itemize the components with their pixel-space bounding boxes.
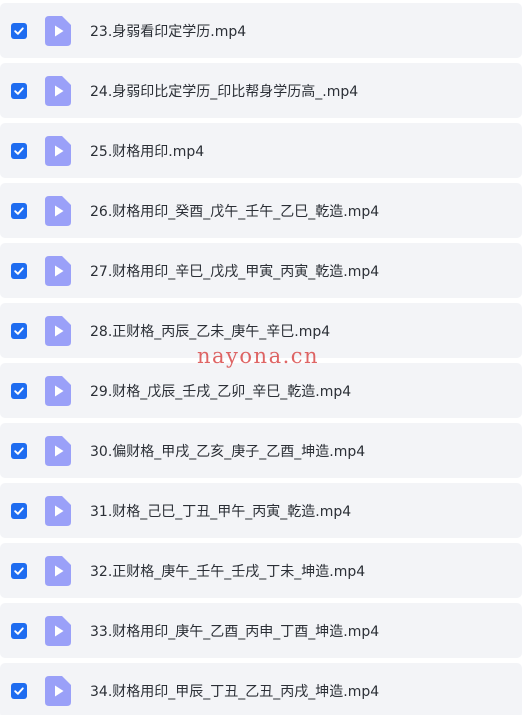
video-file-icon	[45, 195, 71, 226]
file-name[interactable]: 26.财格用印_癸酉_戊午_壬午_乙巳_乾造.mp4	[90, 201, 379, 221]
file-name[interactable]: 33.财格用印_庚午_乙酉_丙申_丁酉_坤造.mp4	[90, 621, 379, 641]
checkmark-icon	[14, 686, 24, 695]
file-row[interactable]: 32.正财格_庚午_壬午_壬戌_丁未_坤造.mp4	[0, 543, 522, 598]
video-file-icon	[45, 495, 71, 526]
file-row[interactable]: 29.财格_戊辰_壬戌_乙卯_辛巳_乾造.mp4	[0, 363, 522, 418]
video-file-icon	[45, 675, 71, 706]
file-row[interactable]: 26.财格用印_癸酉_戊午_壬午_乙巳_乾造.mp4	[0, 183, 522, 238]
file-checkbox[interactable]	[11, 682, 27, 699]
file-row[interactable]: 23.身弱看印定学历.mp4	[0, 3, 522, 58]
checkmark-icon	[14, 566, 24, 575]
video-file-icon	[45, 15, 71, 46]
video-file-icon	[45, 255, 71, 286]
video-file-icon	[45, 615, 71, 646]
file-checkbox[interactable]	[11, 382, 27, 399]
video-file-icon	[45, 315, 71, 346]
file-name[interactable]: 28.正财格_丙辰_乙未_庚午_辛巳.mp4	[90, 321, 330, 341]
file-row[interactable]: 34.财格用印_甲辰_丁丑_乙丑_丙戌_坤造.mp4	[0, 663, 522, 715]
file-row[interactable]: 31.财格_己巳_丁丑_甲午_丙寅_乾造.mp4	[0, 483, 522, 538]
file-checkbox[interactable]	[11, 202, 27, 219]
file-checkbox[interactable]	[11, 262, 27, 279]
checkmark-icon	[14, 206, 24, 215]
file-row[interactable]: 30.偏财格_甲戌_乙亥_庚子_乙酉_坤造.mp4	[0, 423, 522, 478]
checkmark-icon	[14, 146, 24, 155]
checkmark-icon	[14, 506, 24, 515]
file-row[interactable]: 24.身弱印比定学历_印比帮身学历高_.mp4	[0, 63, 522, 118]
file-list: 23.身弱看印定学历.mp4 24.身弱印比定学历_印比帮身学历高_.mp4 2…	[0, 0, 526, 715]
video-file-icon	[45, 75, 71, 106]
file-checkbox[interactable]	[11, 562, 27, 579]
file-name[interactable]: 23.身弱看印定学历.mp4	[90, 21, 246, 41]
file-checkbox[interactable]	[11, 142, 27, 159]
file-row[interactable]: 27.财格用印_辛巳_戊戌_甲寅_丙寅_乾造.mp4	[0, 243, 522, 298]
file-name[interactable]: 25.财格用印.mp4	[90, 141, 204, 161]
checkmark-icon	[14, 266, 24, 275]
checkmark-icon	[14, 626, 24, 635]
file-name[interactable]: 29.财格_戊辰_壬戌_乙卯_辛巳_乾造.mp4	[90, 381, 351, 401]
video-file-icon	[45, 555, 71, 586]
file-name[interactable]: 34.财格用印_甲辰_丁丑_乙丑_丙戌_坤造.mp4	[90, 681, 379, 701]
file-name[interactable]: 27.财格用印_辛巳_戊戌_甲寅_丙寅_乾造.mp4	[90, 261, 379, 281]
file-checkbox[interactable]	[11, 442, 27, 459]
file-row[interactable]: 25.财格用印.mp4	[0, 123, 522, 178]
video-file-icon	[45, 135, 71, 166]
file-name[interactable]: 30.偏财格_甲戌_乙亥_庚子_乙酉_坤造.mp4	[90, 441, 365, 461]
checkmark-icon	[14, 446, 24, 455]
checkmark-icon	[14, 386, 24, 395]
file-row[interactable]: 28.正财格_丙辰_乙未_庚午_辛巳.mp4	[0, 303, 522, 358]
video-file-icon	[45, 435, 71, 466]
file-name[interactable]: 32.正财格_庚午_壬午_壬戌_丁未_坤造.mp4	[90, 561, 365, 581]
file-checkbox[interactable]	[11, 82, 27, 99]
file-checkbox[interactable]	[11, 502, 27, 519]
file-name[interactable]: 31.财格_己巳_丁丑_甲午_丙寅_乾造.mp4	[90, 501, 351, 521]
video-file-icon	[45, 375, 71, 406]
file-checkbox[interactable]	[11, 322, 27, 339]
checkmark-icon	[14, 26, 24, 35]
checkmark-icon	[14, 86, 24, 95]
checkmark-icon	[14, 326, 24, 335]
file-row[interactable]: 33.财格用印_庚午_乙酉_丙申_丁酉_坤造.mp4	[0, 603, 522, 658]
file-name[interactable]: 24.身弱印比定学历_印比帮身学历高_.mp4	[90, 81, 358, 101]
file-checkbox[interactable]	[11, 622, 27, 639]
file-checkbox[interactable]	[11, 22, 27, 39]
